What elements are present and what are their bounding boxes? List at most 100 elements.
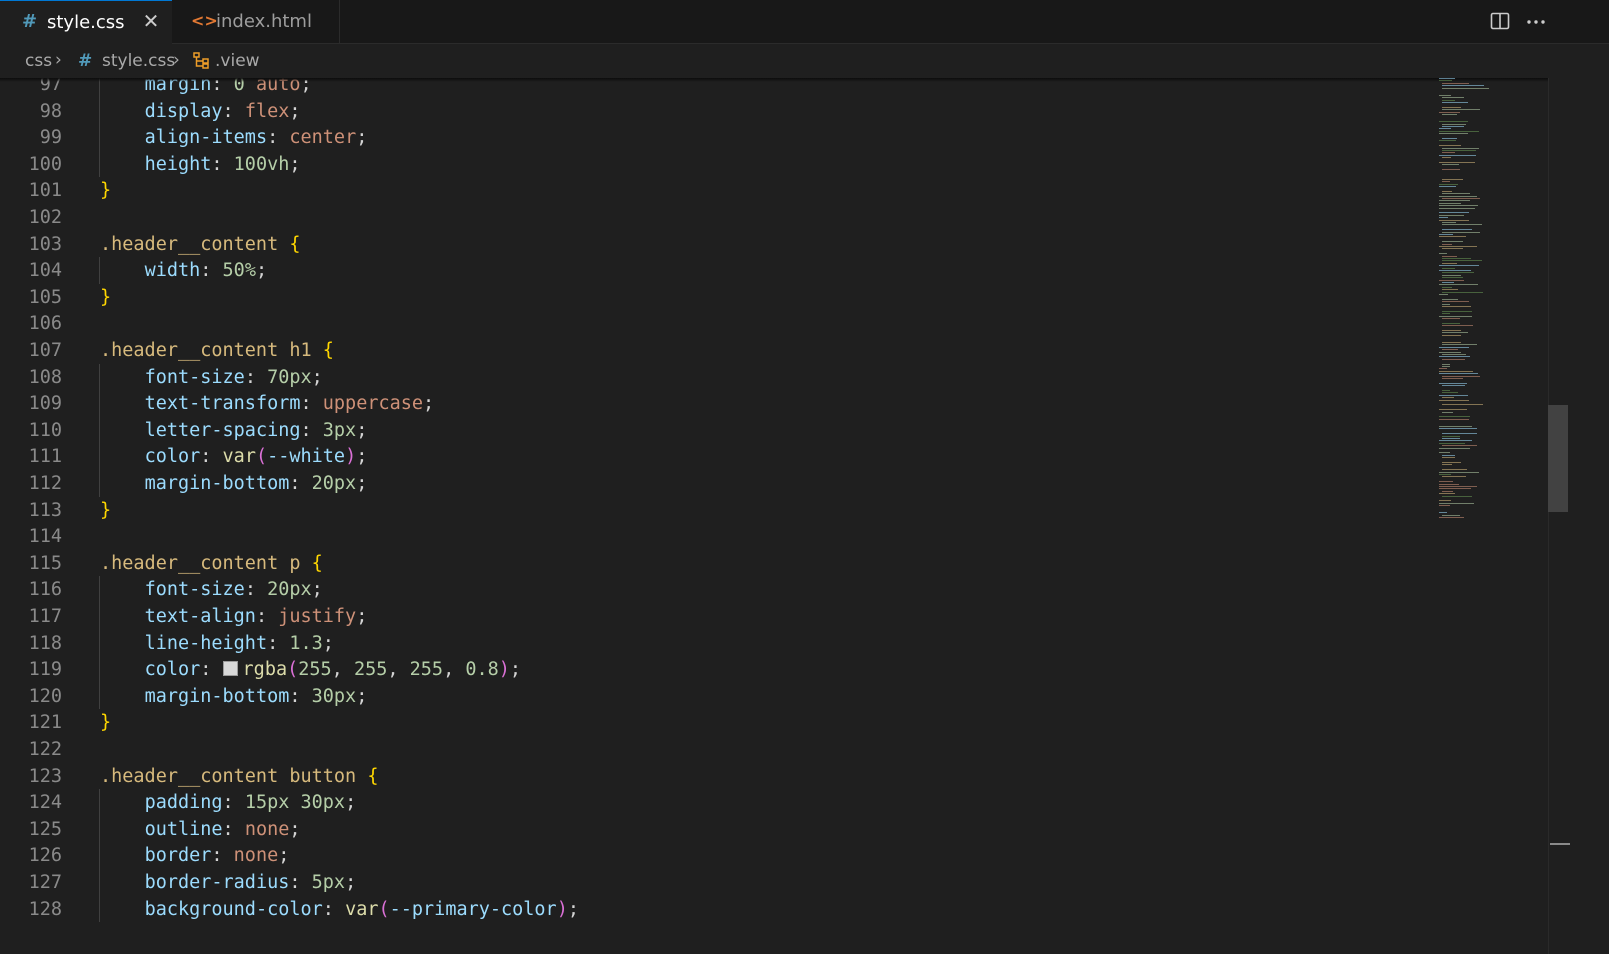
code-line[interactable]: 120 margin-bottom: 30px; xyxy=(0,683,1440,710)
code-line[interactable]: 110 letter-spacing: 3px; xyxy=(0,417,1440,444)
minimap-line xyxy=(1442,303,1450,305)
minimap-line xyxy=(1439,284,1478,286)
minimap-line xyxy=(1439,502,1474,504)
tab-index-html[interactable]: <> index.html xyxy=(172,0,340,44)
minimap-line xyxy=(1442,99,1455,101)
code-token: : xyxy=(267,632,290,654)
code-token: font-size xyxy=(144,366,245,388)
minimap-line xyxy=(1442,106,1461,108)
code-line[interactable]: 114 xyxy=(0,523,1440,550)
code-line[interactable]: 113} xyxy=(0,497,1440,524)
more-actions-icon[interactable] xyxy=(1524,10,1548,34)
split-editor-icon[interactable] xyxy=(1488,10,1512,34)
code-token: margin-bottom xyxy=(144,685,290,707)
code-text: font-size: 20px; xyxy=(100,576,323,603)
close-icon[interactable]: ✕ xyxy=(140,9,162,35)
minimap[interactable] xyxy=(1438,78,1548,954)
minimap-line xyxy=(1442,190,1452,192)
code-line[interactable]: 105} xyxy=(0,284,1440,311)
code-line[interactable]: 121} xyxy=(0,709,1440,736)
code-text: border: none; xyxy=(100,842,290,869)
code-line[interactable]: 103 .header__content { xyxy=(0,231,1440,258)
code-line[interactable]: 125 outline: none; xyxy=(0,816,1440,843)
code-token: , xyxy=(387,659,410,681)
tab-style-css[interactable]: # style.css ✕ xyxy=(0,0,172,45)
code-token: ; xyxy=(311,579,323,601)
line-number: 116 xyxy=(28,579,62,601)
code-token: ; xyxy=(322,632,334,654)
code-line[interactable]: 100 height: 100vh; xyxy=(0,151,1440,178)
minimap-line xyxy=(1442,255,1457,257)
editor-content[interactable]: 97 margin: 0 auto; 98 display: flex; 99 al… xyxy=(0,78,1609,954)
breadcrumb-file[interactable]: style.css xyxy=(102,51,175,71)
code-line[interactable]: 123 .header__content button { xyxy=(0,763,1440,790)
code-token: text-transform xyxy=(144,393,301,415)
code-line[interactable]: 99 align-items: center; xyxy=(0,124,1440,151)
minimap-line xyxy=(1442,313,1450,315)
minimap-line xyxy=(1439,80,1452,82)
scrollbar-thumb[interactable] xyxy=(1548,405,1568,512)
line-number: 104 xyxy=(28,260,62,282)
code-line[interactable]: 98 display: flex; xyxy=(0,98,1440,125)
minimap-line xyxy=(1442,102,1468,103)
code-token: outline xyxy=(144,818,223,840)
code-token: ; xyxy=(289,818,301,840)
minimap-line xyxy=(1442,378,1463,379)
code-line[interactable]: 117 text-align: justify; xyxy=(0,603,1440,630)
minimap-line xyxy=(1442,286,1452,288)
breadcrumb-folder[interactable]: css xyxy=(25,51,52,71)
code-line[interactable]: 119 color: rgba(255, 255, 255, 0.8); xyxy=(0,656,1440,683)
code-line[interactable]: 127 border-radius: 5px; xyxy=(0,869,1440,896)
code-text: padding: 15px 30px; xyxy=(100,789,357,816)
line-number: 125 xyxy=(28,818,62,840)
minimap-line xyxy=(1439,351,1461,353)
code-line[interactable]: 116 font-size: 20px; xyxy=(0,576,1440,603)
code-token: : xyxy=(289,872,312,893)
code-line[interactable]: 108 font-size: 70px; xyxy=(0,364,1440,391)
code-token: ; xyxy=(356,446,368,468)
code-token: ; xyxy=(345,872,357,893)
code-line[interactable]: 128 background-color: var(--primary-colo… xyxy=(0,896,1440,923)
vertical-scrollbar[interactable] xyxy=(1548,78,1571,954)
line-number: 100 xyxy=(28,153,62,175)
code-line[interactable]: 126 border: none; xyxy=(0,842,1440,869)
code-line[interactable]: 102 xyxy=(0,204,1440,231)
line-number: 107 xyxy=(28,340,62,361)
color-swatch[interactable] xyxy=(222,661,238,677)
code-line[interactable]: 124 padding: 15px 30px; xyxy=(0,789,1440,816)
code-text: .header__content p { xyxy=(100,550,323,577)
code-line[interactable]: 109 text-transform: uppercase; xyxy=(0,390,1440,417)
minimap-line xyxy=(1439,368,1447,370)
code-token: : xyxy=(200,260,223,282)
code-token: 1.3 xyxy=(289,632,323,654)
minimap-line xyxy=(1442,454,1455,456)
code-line[interactable]: 107 .header__content h1 { xyxy=(0,337,1440,364)
code-line[interactable]: 115 .header__content p { xyxy=(0,550,1440,577)
code-line[interactable]: 118 line-height: 1.3; xyxy=(0,630,1440,657)
line-number: 123 xyxy=(28,765,62,787)
minimap-line xyxy=(1439,409,1467,411)
code-token: ( xyxy=(287,659,299,681)
line-number: 115 xyxy=(28,552,62,574)
minimap-line xyxy=(1439,130,1479,132)
code-token: ; xyxy=(567,898,579,920)
code-line[interactable]: 106 xyxy=(0,310,1440,337)
code-token: : xyxy=(200,446,223,468)
line-number: 127 xyxy=(28,872,62,893)
minimap-line xyxy=(1442,138,1457,139)
minimap-line xyxy=(1439,133,1468,135)
minimap-line xyxy=(1439,186,1456,187)
code-text: } xyxy=(100,177,111,204)
code-line[interactable]: 101} xyxy=(0,177,1440,204)
code-line[interactable]: 112 margin-bottom: 20px; xyxy=(0,470,1440,497)
code-token: 50% xyxy=(222,260,256,282)
code-line[interactable]: 111 color: var(--white); xyxy=(0,443,1440,470)
breadcrumb-symbol[interactable]: .view xyxy=(215,51,260,71)
code-line[interactable]: 122 xyxy=(0,736,1440,763)
minimap-line xyxy=(1442,363,1450,365)
code-line[interactable]: 104 width: 50%; xyxy=(0,257,1440,284)
